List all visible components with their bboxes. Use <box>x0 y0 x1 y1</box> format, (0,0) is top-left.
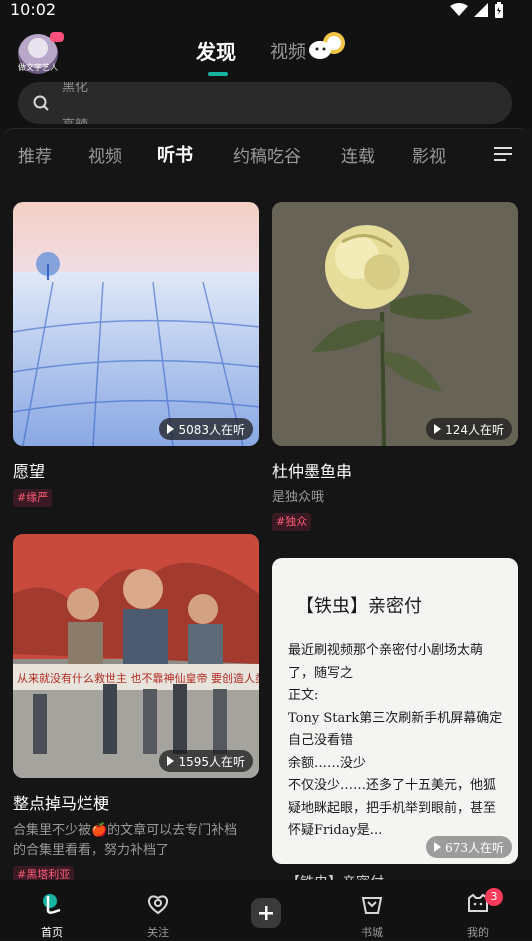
tab-discover[interactable]: 发现 <box>196 36 236 65</box>
notification-badge: 3 <box>485 888 503 906</box>
home-icon <box>43 894 61 914</box>
listener-count-badge: 5083人在听 <box>159 418 253 440</box>
card-title: 【铁虫】亲密付 <box>286 872 384 880</box>
create-button[interactable] <box>251 898 281 928</box>
menu-icon[interactable] <box>494 146 512 162</box>
signal-icon <box>474 3 488 17</box>
category-recommend[interactable]: 推荐 <box>18 142 52 167</box>
card-title: 整点掉马烂梗 <box>13 794 110 813</box>
listener-count: 1595人在听 <box>178 754 245 769</box>
card-tag[interactable]: #缘严 <box>13 489 53 507</box>
category-tabs: 推荐 视频 听书 约稿吃谷 连载 影视 <box>0 142 532 170</box>
bookstore-icon <box>361 897 383 914</box>
listener-count-badge: 1595人在听 <box>159 750 253 772</box>
category-audiobook[interactable]: 听书 <box>157 141 193 167</box>
tab-video[interactable]: 视频 <box>270 38 306 64</box>
follow-icon <box>147 895 169 915</box>
top-bar: 做文字艺人 发现 视频 <box>0 24 532 82</box>
play-icon <box>167 424 175 434</box>
card-subtitle: 是独众哦 <box>272 490 325 505</box>
card-title: 愿望 <box>13 462 46 481</box>
play-icon <box>434 424 442 434</box>
text-cover-line: 最近刷视频那个亲密付小剧场太萌了，随写之 <box>288 643 484 681</box>
text-cover-line: Tony Stark第三次刷新手机屏幕确定自己没看错 <box>288 710 503 749</box>
story-card-text-cover[interactable]: 【铁虫】亲密付 最近刷视频那个亲密付小剧场太萌了，随写之正文: Tony Star… <box>272 558 518 864</box>
status-time: 10:02 <box>10 0 57 19</box>
avatar[interactable]: 做文字艺人 <box>18 32 64 74</box>
status-bar: 10:02 <box>0 0 532 24</box>
nav-follow-label: 关注 <box>147 926 169 939</box>
card-tag[interactable]: #独众 <box>272 513 312 531</box>
card-subtitle-line-2: 的合集里看看，努力补档了 <box>13 843 170 858</box>
text-cover-line: 不仅没少……还多了十五美元，他狐疑地眯起眼，把手机举到眼前，甚至怀疑Friday… <box>288 778 497 838</box>
card-title: 杜仲墨鱼串 <box>272 462 353 481</box>
play-icon <box>434 842 442 852</box>
category-serial[interactable]: 连载 <box>341 142 375 167</box>
tab-discover-indicator <box>208 72 228 76</box>
text-cover-title: 【铁虫】亲密付 <box>296 596 422 617</box>
card-cover[interactable]: 5083人在听 <box>13 202 259 446</box>
avatar-caption: 做文字艺人 <box>18 63 58 72</box>
plus-icon <box>259 906 273 920</box>
status-icons <box>450 2 504 18</box>
nav-home-label: 首页 <box>41 926 63 939</box>
listener-count: 5083人在听 <box>178 422 245 437</box>
wifi-icon <box>450 3 468 16</box>
text-cover-body: 最近刷视频那个亲密付小剧场太萌了，随写之正文: Tony Stark第三次刷新手机… <box>288 640 508 843</box>
mascot-icon <box>309 32 345 59</box>
play-icon <box>167 756 175 766</box>
text-cover-line: 正文: <box>288 688 319 703</box>
category-commission[interactable]: 约稿吃谷 <box>233 142 301 167</box>
search-hint-2: 高辣 <box>62 114 88 124</box>
cover-yellow-rose <box>272 202 518 446</box>
category-video[interactable]: 视频 <box>88 142 122 167</box>
card-subtitle-line-1: 合集里不少被🍎的文章可以去专门补档 <box>13 823 238 838</box>
cover-snowfield <box>13 202 259 446</box>
listener-count: 673人在听 <box>445 840 504 855</box>
nav-profile-label: 我的 <box>467 926 489 939</box>
story-card[interactable]: 124人在听 杜仲墨鱼串 是独众哦 #独众 <box>272 202 518 532</box>
cover-poster: 从来就没有什么救世主 也不靠神仙皇帝 要创造人类的幸福 <box>13 534 259 778</box>
search-icon <box>33 95 49 111</box>
heart-icon <box>50 32 64 42</box>
search-hint-1: 黑化 <box>62 82 89 95</box>
card-cover[interactable]: 从来就没有什么救世主 也不靠神仙皇帝 要创造人类的幸福 1595人在听 <box>13 534 259 778</box>
category-film[interactable]: 影视 <box>412 142 446 167</box>
text-cover-line: 余额……没少 <box>288 755 367 771</box>
story-card[interactable]: 从来就没有什么救世主 也不靠神仙皇帝 要创造人类的幸福 1595人在听 整点掉马… <box>13 534 259 884</box>
svg-text:从来就没有什么救世主 也不靠神仙皇帝 要创造人类的幸福: 从来就没有什么救世主 也不靠神仙皇帝 要创造人类的幸福 <box>17 671 259 685</box>
listener-count-badge: 124人在听 <box>426 418 512 440</box>
card-cover[interactable]: 124人在听 <box>272 202 518 446</box>
story-card[interactable]: 5083人在听 愿望 #缘严 <box>13 202 259 512</box>
listener-count: 124人在听 <box>445 422 504 437</box>
battery-icon <box>495 2 503 18</box>
search-bar[interactable]: 黑化 高辣 <box>18 82 512 124</box>
nav-bookstore-label: 书城 <box>361 926 383 939</box>
listener-count-badge: 673人在听 <box>426 836 512 858</box>
